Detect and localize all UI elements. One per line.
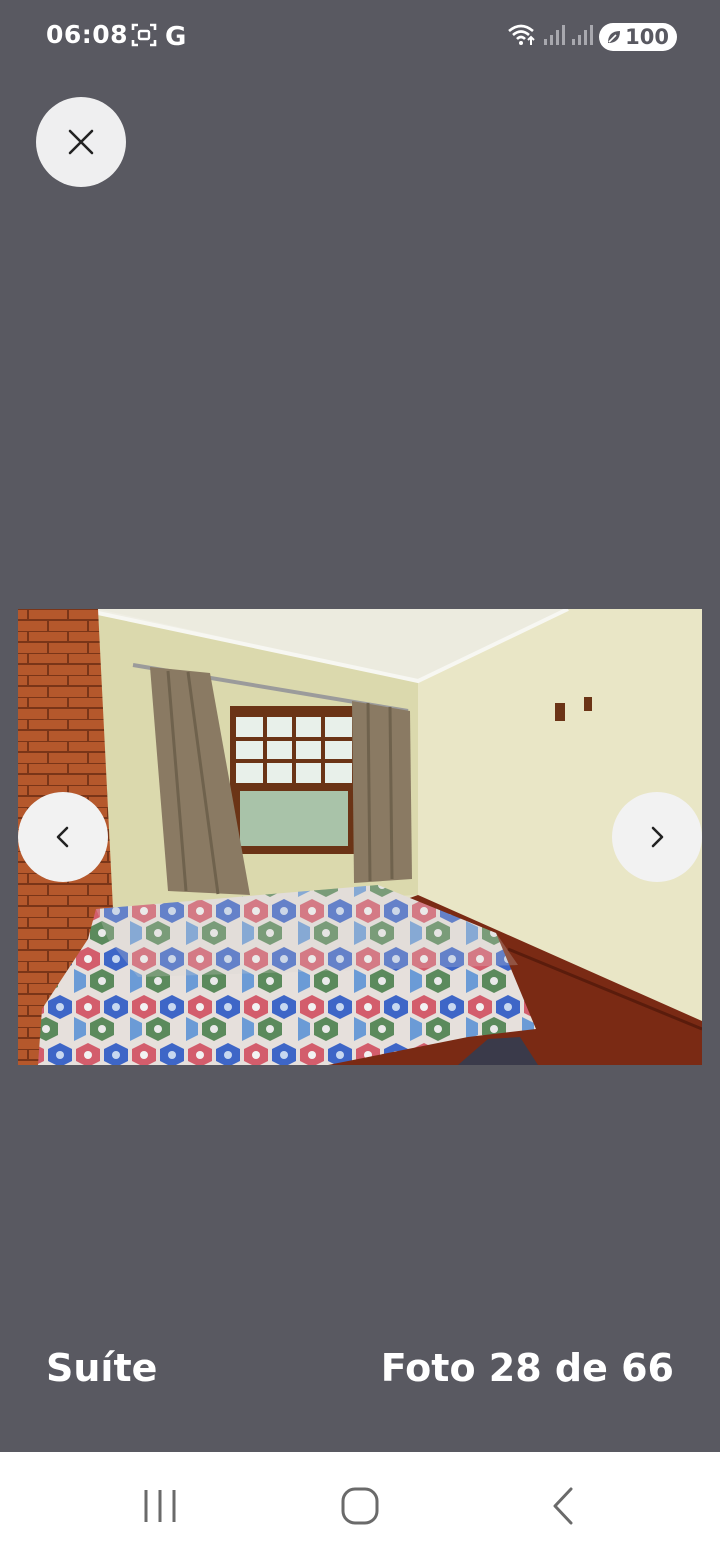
battery-indicator: 100 xyxy=(599,23,677,51)
back-icon xyxy=(553,1487,573,1525)
status-bar: 06:08 G 100 xyxy=(0,0,720,74)
system-navigation-bar xyxy=(0,1452,720,1560)
status-time: 06:08 xyxy=(46,20,129,49)
close-icon xyxy=(68,129,94,155)
chevron-right-icon xyxy=(651,826,664,848)
battery-icon xyxy=(608,31,621,43)
home-icon xyxy=(341,1487,379,1525)
status-left-icons: G xyxy=(131,22,186,52)
close-button[interactable] xyxy=(36,97,126,187)
photo-counter: Foto 28 de 66 xyxy=(380,1346,674,1390)
home-button[interactable] xyxy=(300,1452,420,1560)
recents-button[interactable] xyxy=(100,1452,220,1560)
next-photo-button[interactable] xyxy=(612,792,702,882)
bedroom-photo xyxy=(18,609,702,1065)
google-icon: G xyxy=(165,22,187,52)
battery-level: 100 xyxy=(625,25,669,49)
chevron-left-icon xyxy=(56,826,69,848)
back-button[interactable] xyxy=(503,1452,623,1560)
wifi-icon xyxy=(507,22,537,52)
previous-photo-button[interactable] xyxy=(18,792,108,882)
signal-icon xyxy=(543,24,566,50)
recents-icon xyxy=(144,1490,176,1522)
status-right-icons: 100 xyxy=(507,22,677,52)
signal-icon xyxy=(571,24,594,50)
photo-caption: Suíte xyxy=(46,1346,158,1390)
screenshot-icon xyxy=(131,22,157,52)
